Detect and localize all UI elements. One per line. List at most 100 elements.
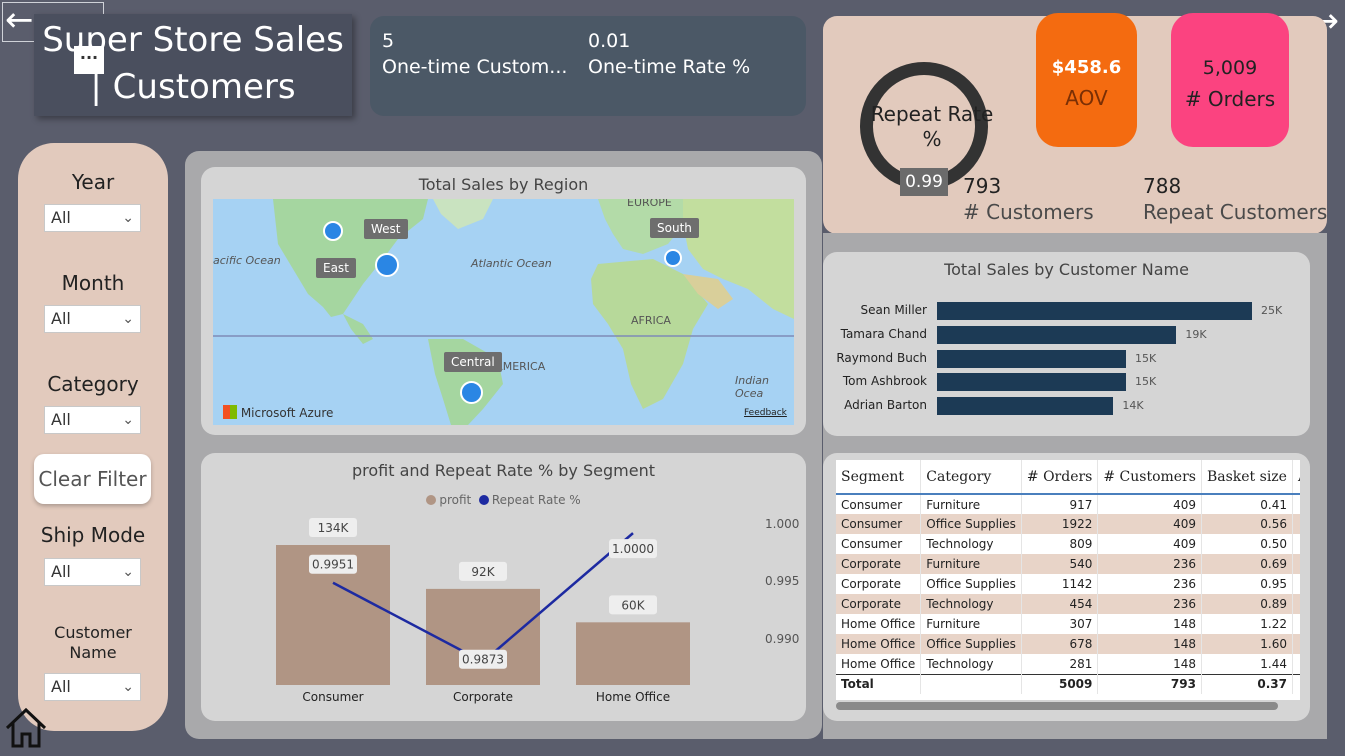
customer-sales-chart-card: Total Sales by Customer Name Sean Miller…: [823, 252, 1310, 436]
table-cell: 1.22: [1201, 614, 1293, 634]
bar-category-label: Sean Miller: [860, 303, 927, 317]
map-label-pacific: acific Ocean: [213, 254, 281, 267]
table-header-cell[interactable]: # Orders: [1021, 460, 1099, 495]
customer-slicer[interactable]: All ⌄: [44, 673, 141, 701]
bar-mark[interactable]: [937, 349, 1126, 368]
category-slicer[interactable]: All ⌄: [44, 406, 141, 434]
table-cell: 0.89: [1201, 594, 1293, 614]
onetime-customers-value: 5: [382, 30, 395, 52]
table-cell: 542: [1292, 594, 1300, 614]
table-cell: Corporate: [836, 574, 922, 594]
table-cell: Technology: [920, 594, 1022, 614]
table-cell: Consumer: [836, 534, 922, 554]
customers-count-value: 793: [963, 174, 1002, 198]
map-bubble-east[interactable]: [375, 253, 399, 277]
table-total-row: Total 50097930.37458.: [836, 673, 1300, 694]
map-label-atlantic: Atlantic Ocean: [471, 257, 552, 270]
onetime-kpi-card: 5 One-time Custom... 0.01 One-time Rate …: [370, 16, 806, 116]
table-cell: Technology: [920, 534, 1022, 554]
table-total-cell: [920, 673, 1022, 694]
table-cell: 189: [1292, 514, 1300, 534]
table-header-cell[interactable]: Segment: [836, 460, 922, 495]
table-header-cell[interactable]: # Customers: [1097, 460, 1202, 495]
map-bubble-west[interactable]: [323, 221, 343, 241]
repeat-rate-value: 0.99: [900, 168, 948, 196]
table-cell: 148: [1097, 654, 1202, 674]
map-tag-east: East: [316, 258, 356, 278]
table-header-cell[interactable]: Basket size: [1201, 460, 1293, 495]
table-row[interactable]: Home OfficeFurniture3071481.22397: [836, 614, 1300, 634]
customers-count-label: # Customers: [963, 200, 1094, 224]
segment-table[interactable]: Segment Category # Orders # Customers Basket…: [836, 460, 1300, 700]
table-cell: 540: [1021, 554, 1099, 574]
map-label-europe: EUROPE: [627, 199, 672, 209]
x-axis-tick-label: Consumer: [302, 690, 363, 704]
table-cell: 201: [1292, 574, 1300, 594]
table-header-cell[interactable]: AOV: [1292, 460, 1300, 495]
table-cell: Office Supplies: [920, 634, 1022, 654]
map-tag-south: South: [650, 218, 699, 238]
home-icon[interactable]: [4, 706, 48, 750]
map-feedback-link[interactable]: Feedback: [744, 408, 787, 418]
profit-data-label: 60K: [621, 598, 645, 612]
combo-chart-svg: 134K Consumer 92K Corporate 60K Home Office 0.…: [276, 517, 799, 704]
table-cell: 307: [1021, 614, 1099, 634]
table-cell: 281: [1021, 654, 1099, 674]
repeat-rate-data-label: 0.9951: [312, 558, 354, 572]
map-attribution: Microsoft Azure: [223, 405, 333, 420]
year-slicer-value: All: [51, 208, 71, 227]
map-tag-central: Central: [444, 352, 502, 372]
table-row[interactable]: ConsumerFurniture9174090.41426: [836, 494, 1300, 514]
table-row[interactable]: Home OfficeOffice Supplies6781481.60183: [836, 634, 1300, 654]
customer-slicer-value: All: [51, 677, 71, 696]
profit-bar[interactable]: [576, 622, 690, 685]
table-cell: 917: [1021, 494, 1099, 514]
bar-mark[interactable]: [937, 325, 1177, 344]
onetime-rate-label: One-time Rate %: [588, 56, 751, 78]
table-cell: Furniture: [920, 494, 1022, 514]
region-map[interactable]: acific Ocean Atlantic Ocean EUROPE AFRIC…: [213, 199, 794, 425]
table-cell: 1.60: [1201, 634, 1293, 654]
table-cell: Consumer: [836, 514, 922, 534]
table-row[interactable]: CorporateTechnology4542360.89542: [836, 594, 1300, 614]
more-options-button[interactable]: ···: [74, 46, 104, 74]
map-bubble-south[interactable]: [664, 249, 682, 267]
y2-axis-tick-label: 1.000: [765, 517, 799, 531]
table-cell: Consumer: [836, 494, 922, 514]
y2-axis-tick-label: 0.995: [765, 574, 799, 588]
x-axis-tick-label: Corporate: [453, 690, 513, 704]
table-row[interactable]: Home OfficeTechnology2811481.44652: [836, 654, 1300, 674]
table-row[interactable]: ConsumerOffice Supplies19224090.56189: [836, 514, 1300, 534]
table-row[interactable]: CorporateFurniture5402360.69424: [836, 554, 1300, 574]
month-slicer-value: All: [51, 309, 71, 328]
table-total-cell: 793: [1097, 673, 1202, 694]
table-row[interactable]: CorporateOffice Supplies11422360.95201: [836, 574, 1300, 594]
table-cell: Corporate: [836, 594, 922, 614]
year-slicer[interactable]: All ⌄: [44, 204, 141, 232]
table-horizontal-scrollbar[interactable]: [836, 702, 1278, 710]
table-cell: Home Office: [836, 614, 922, 634]
bar-mark[interactable]: [937, 397, 1114, 416]
table-total-cell: 458.: [1292, 673, 1300, 694]
table-cell: 1922: [1021, 514, 1099, 534]
microsoft-logo-icon: [223, 405, 237, 419]
category-slicer-label: Category: [47, 372, 139, 396]
table-cell: 0.95: [1201, 574, 1293, 594]
map-label-africa: AFRICA: [631, 314, 671, 327]
map-bubble-central[interactable]: [460, 381, 483, 404]
bar-mark[interactable]: [937, 373, 1126, 392]
shipmode-slicer[interactable]: All ⌄: [44, 558, 141, 586]
map-title: Total Sales by Region: [418, 175, 589, 194]
month-slicer[interactable]: All ⌄: [44, 305, 141, 333]
profit-bar[interactable]: [426, 588, 540, 685]
bar-category-label: Tom Ashbrook: [842, 374, 927, 389]
repeat-rate-data-label: 0.9873: [462, 653, 504, 667]
table-header-cell[interactable]: Category: [920, 460, 1022, 495]
table-cell: 424: [1292, 554, 1300, 574]
clear-filter-button[interactable]: Clear Filter: [34, 454, 151, 504]
bar-category-label: Tamara Chand: [840, 326, 927, 341]
table-row[interactable]: ConsumerTechnology8094090.50502: [836, 534, 1300, 554]
repeat-customers-value: 788: [1143, 174, 1182, 198]
table-cell: 0.50: [1201, 534, 1293, 554]
bar-mark[interactable]: [937, 302, 1252, 320]
